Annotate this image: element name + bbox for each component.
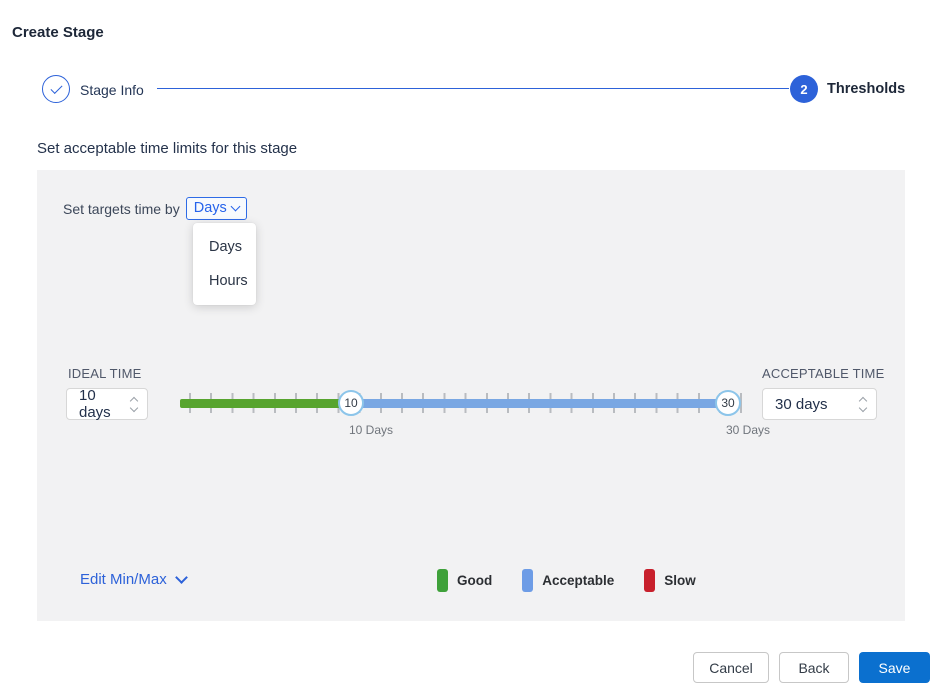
cancel-button[interactable]: Cancel	[693, 652, 769, 683]
unit-dropdown-value: Days	[194, 200, 227, 216]
save-button[interactable]: Save	[859, 652, 930, 683]
ideal-time-input[interactable]: 10 days	[66, 388, 148, 420]
acceptable-time-value: 30 days	[763, 396, 860, 413]
slider-good-segment	[180, 399, 351, 408]
edit-minmax-label: Edit Min/Max	[80, 571, 167, 588]
step-stage-info-label: Stage Info	[80, 82, 144, 98]
ideal-time-value: 10 days	[67, 387, 131, 421]
slider-acceptable-segment	[351, 399, 728, 408]
unit-dropdown-menu: Days Hours	[193, 223, 256, 305]
slider-max-caption: 30 Days	[708, 423, 788, 437]
acceptable-time-stepper[interactable]	[860, 398, 876, 411]
legend-item-acceptable: Acceptable	[522, 569, 614, 592]
thresholds-panel: Set targets time by Days Days Hours IDEA…	[37, 170, 905, 621]
good-swatch	[437, 569, 448, 592]
step-thresholds-indicator[interactable]: 2	[790, 75, 818, 103]
section-heading: Set acceptable time limits for this stag…	[37, 140, 297, 157]
page-title: Create Stage	[12, 24, 104, 41]
edit-minmax-link[interactable]: Edit Min/Max	[80, 571, 186, 588]
slider-legend: Good Acceptable Slow	[437, 569, 726, 592]
time-range-slider[interactable]: 10 30	[180, 390, 746, 416]
unit-dropdown[interactable]: Days	[186, 197, 247, 220]
slider-min-caption: 10 Days	[331, 423, 411, 437]
stepper-connector-line	[157, 88, 789, 89]
dropdown-option-days[interactable]: Days	[193, 230, 256, 264]
chevron-down-icon	[230, 202, 240, 212]
create-stage-dialog: Create Stage Stage Info 2 Thresholds Set…	[0, 0, 946, 699]
acceptable-swatch	[522, 569, 533, 592]
dropdown-option-hours[interactable]: Hours	[193, 264, 256, 298]
chevron-down-icon	[175, 571, 188, 584]
acceptable-time-input[interactable]: 30 days	[762, 388, 877, 420]
slider-max-handle[interactable]: 30	[715, 390, 741, 416]
step-thresholds-label: Thresholds	[827, 81, 905, 97]
ideal-time-stepper[interactable]	[131, 398, 147, 411]
check-icon	[50, 81, 62, 93]
back-button[interactable]: Back	[779, 652, 849, 683]
legend-item-good: Good	[437, 569, 492, 592]
slider-min-handle[interactable]: 10	[338, 390, 364, 416]
step-stage-info-indicator[interactable]	[42, 75, 70, 103]
acceptable-time-label: ACCEPTABLE TIME	[762, 366, 884, 381]
set-targets-label: Set targets time by	[63, 201, 180, 217]
slow-swatch	[644, 569, 655, 592]
legend-item-slow: Slow	[644, 569, 696, 592]
ideal-time-label: IDEAL TIME	[68, 366, 142, 381]
spinner-down-icon[interactable]	[130, 403, 138, 411]
spinner-down-icon[interactable]	[859, 403, 867, 411]
